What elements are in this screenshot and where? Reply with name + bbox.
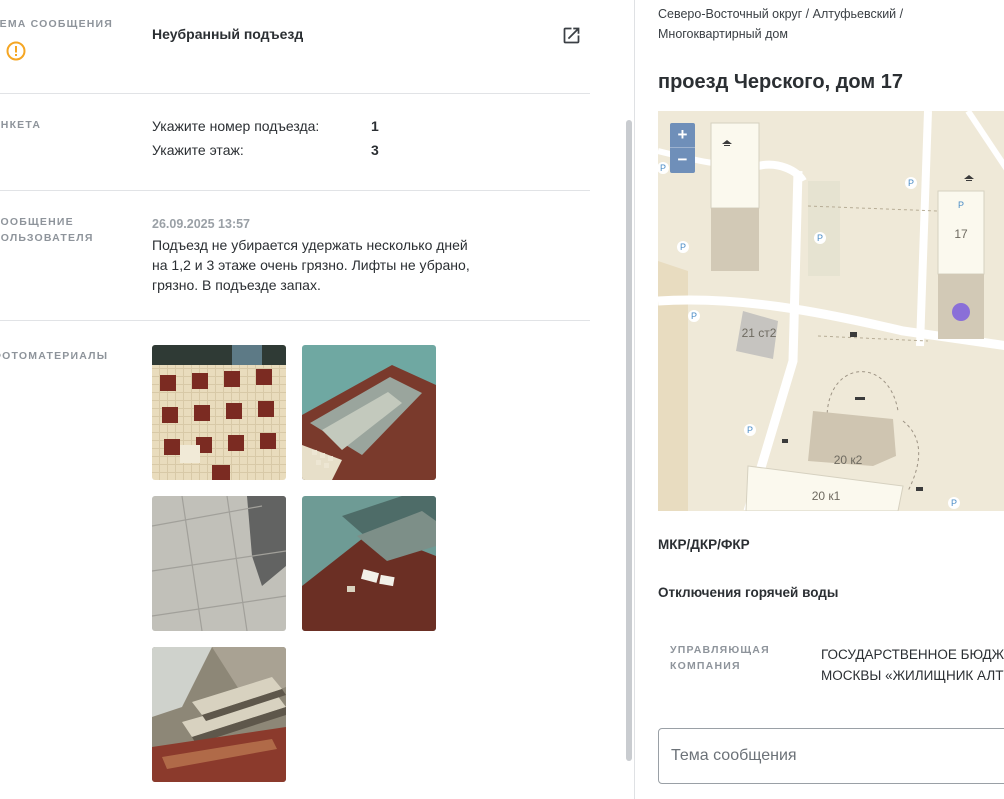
photos-label: Фотоматериалы — [0, 350, 109, 362]
questionnaire-section: Анкета Укажите номер подъезда: 1 Укажите… — [0, 94, 590, 191]
management-value-line-1: ГОСУДАРСТВЕННОЕ БЮДЖЕ — [821, 647, 1004, 662]
user-message-label-line1: Сообщение — [0, 216, 74, 228]
user-message-label-line2: пользователя — [0, 232, 94, 244]
parking-icon: P — [680, 242, 686, 252]
bike-icon — [916, 487, 923, 491]
breadcrumb-line-2[interactable]: Многоквартирный дом — [658, 24, 958, 44]
building-marker[interactable] — [952, 303, 970, 321]
breadcrumb-line-1[interactable]: Северо-Восточный округ / Алтуфьевский / — [658, 4, 958, 24]
message-topic-input[interactable] — [658, 728, 1004, 784]
photo-thumbnail[interactable] — [302, 496, 436, 631]
zoom-in-button[interactable]: + — [670, 123, 695, 148]
parking-icon: P — [908, 178, 914, 188]
message-date: 26.09.2025 13:57 — [152, 217, 251, 231]
map-label-20k2: 20 к2 — [834, 453, 863, 467]
parking-icon: P — [691, 311, 697, 321]
map-label-17: 17 — [954, 227, 968, 241]
bike-icon — [782, 439, 788, 443]
photo-thumbnail[interactable] — [152, 496, 286, 631]
parking-icon: P — [958, 200, 964, 210]
photo-thumbnail[interactable] — [302, 345, 436, 480]
answer-floor: 3 — [371, 142, 379, 158]
parking-icon: P — [660, 163, 666, 173]
photo-thumbnail[interactable] — [152, 647, 286, 782]
building-address: проезд Черского, дом 17 — [658, 71, 903, 93]
open-in-new-icon[interactable] — [561, 25, 582, 46]
bench-icon — [855, 397, 865, 400]
map-label-21st2: 21 ст2 — [742, 326, 777, 340]
building-map[interactable]: 17 21 ст2 20 к2 20 к1 P P P P P P P P + … — [658, 111, 1004, 511]
questionnaire-label: Анкета — [0, 119, 42, 131]
message-text: Подъезд не убирается удержать несколько … — [152, 237, 470, 293]
question-entrance: Укажите номер подъезда: — [152, 118, 320, 134]
building-panel: Северо-Восточный округ / Алтуфьевский / … — [634, 0, 1004, 799]
trash-icon — [850, 332, 857, 337]
parking-icon: P — [747, 425, 753, 435]
map-zoom-control: + − — [670, 123, 695, 173]
photo-thumbnail[interactable] — [152, 345, 286, 480]
request-details-panel: Тема сообщения Неубранный подъезд Анкета… — [0, 0, 634, 799]
management-label-line-2: компания — [670, 660, 741, 672]
topic-section: Тема сообщения Неубранный подъезд — [0, 0, 590, 94]
parking-icon: P — [951, 498, 957, 508]
parking-icon: P — [817, 233, 823, 243]
map-label-20k1: 20 к1 — [812, 489, 841, 503]
zoom-out-button[interactable]: − — [670, 148, 695, 173]
management-company-value: ГОСУДАРСТВЕННОЕ БЮДЖЕ МОСКВЫ «ЖИЛИЩНИК А… — [821, 644, 1004, 686]
topic-title: Неубранный подъезд — [152, 26, 304, 42]
management-value-line-2: МОСКВЫ «ЖИЛИЩНИК АЛТУ — [821, 668, 1004, 683]
answer-entrance: 1 — [371, 118, 379, 134]
mkr-section-heading[interactable]: МКР/ДКР/ФКР — [658, 537, 750, 552]
warning-circle-icon — [6, 41, 26, 61]
management-label-line-1: Управляющая — [670, 644, 770, 656]
hot-water-section-heading[interactable]: Отключения горячей воды — [658, 585, 838, 600]
breadcrumb: Северо-Восточный округ / Алтуфьевский / … — [658, 4, 958, 44]
topic-label: Тема сообщения — [0, 18, 114, 30]
management-company-label: Управляющая компания — [670, 642, 770, 674]
scrollbar[interactable] — [626, 120, 632, 761]
question-floor: Укажите этаж: — [152, 142, 244, 158]
